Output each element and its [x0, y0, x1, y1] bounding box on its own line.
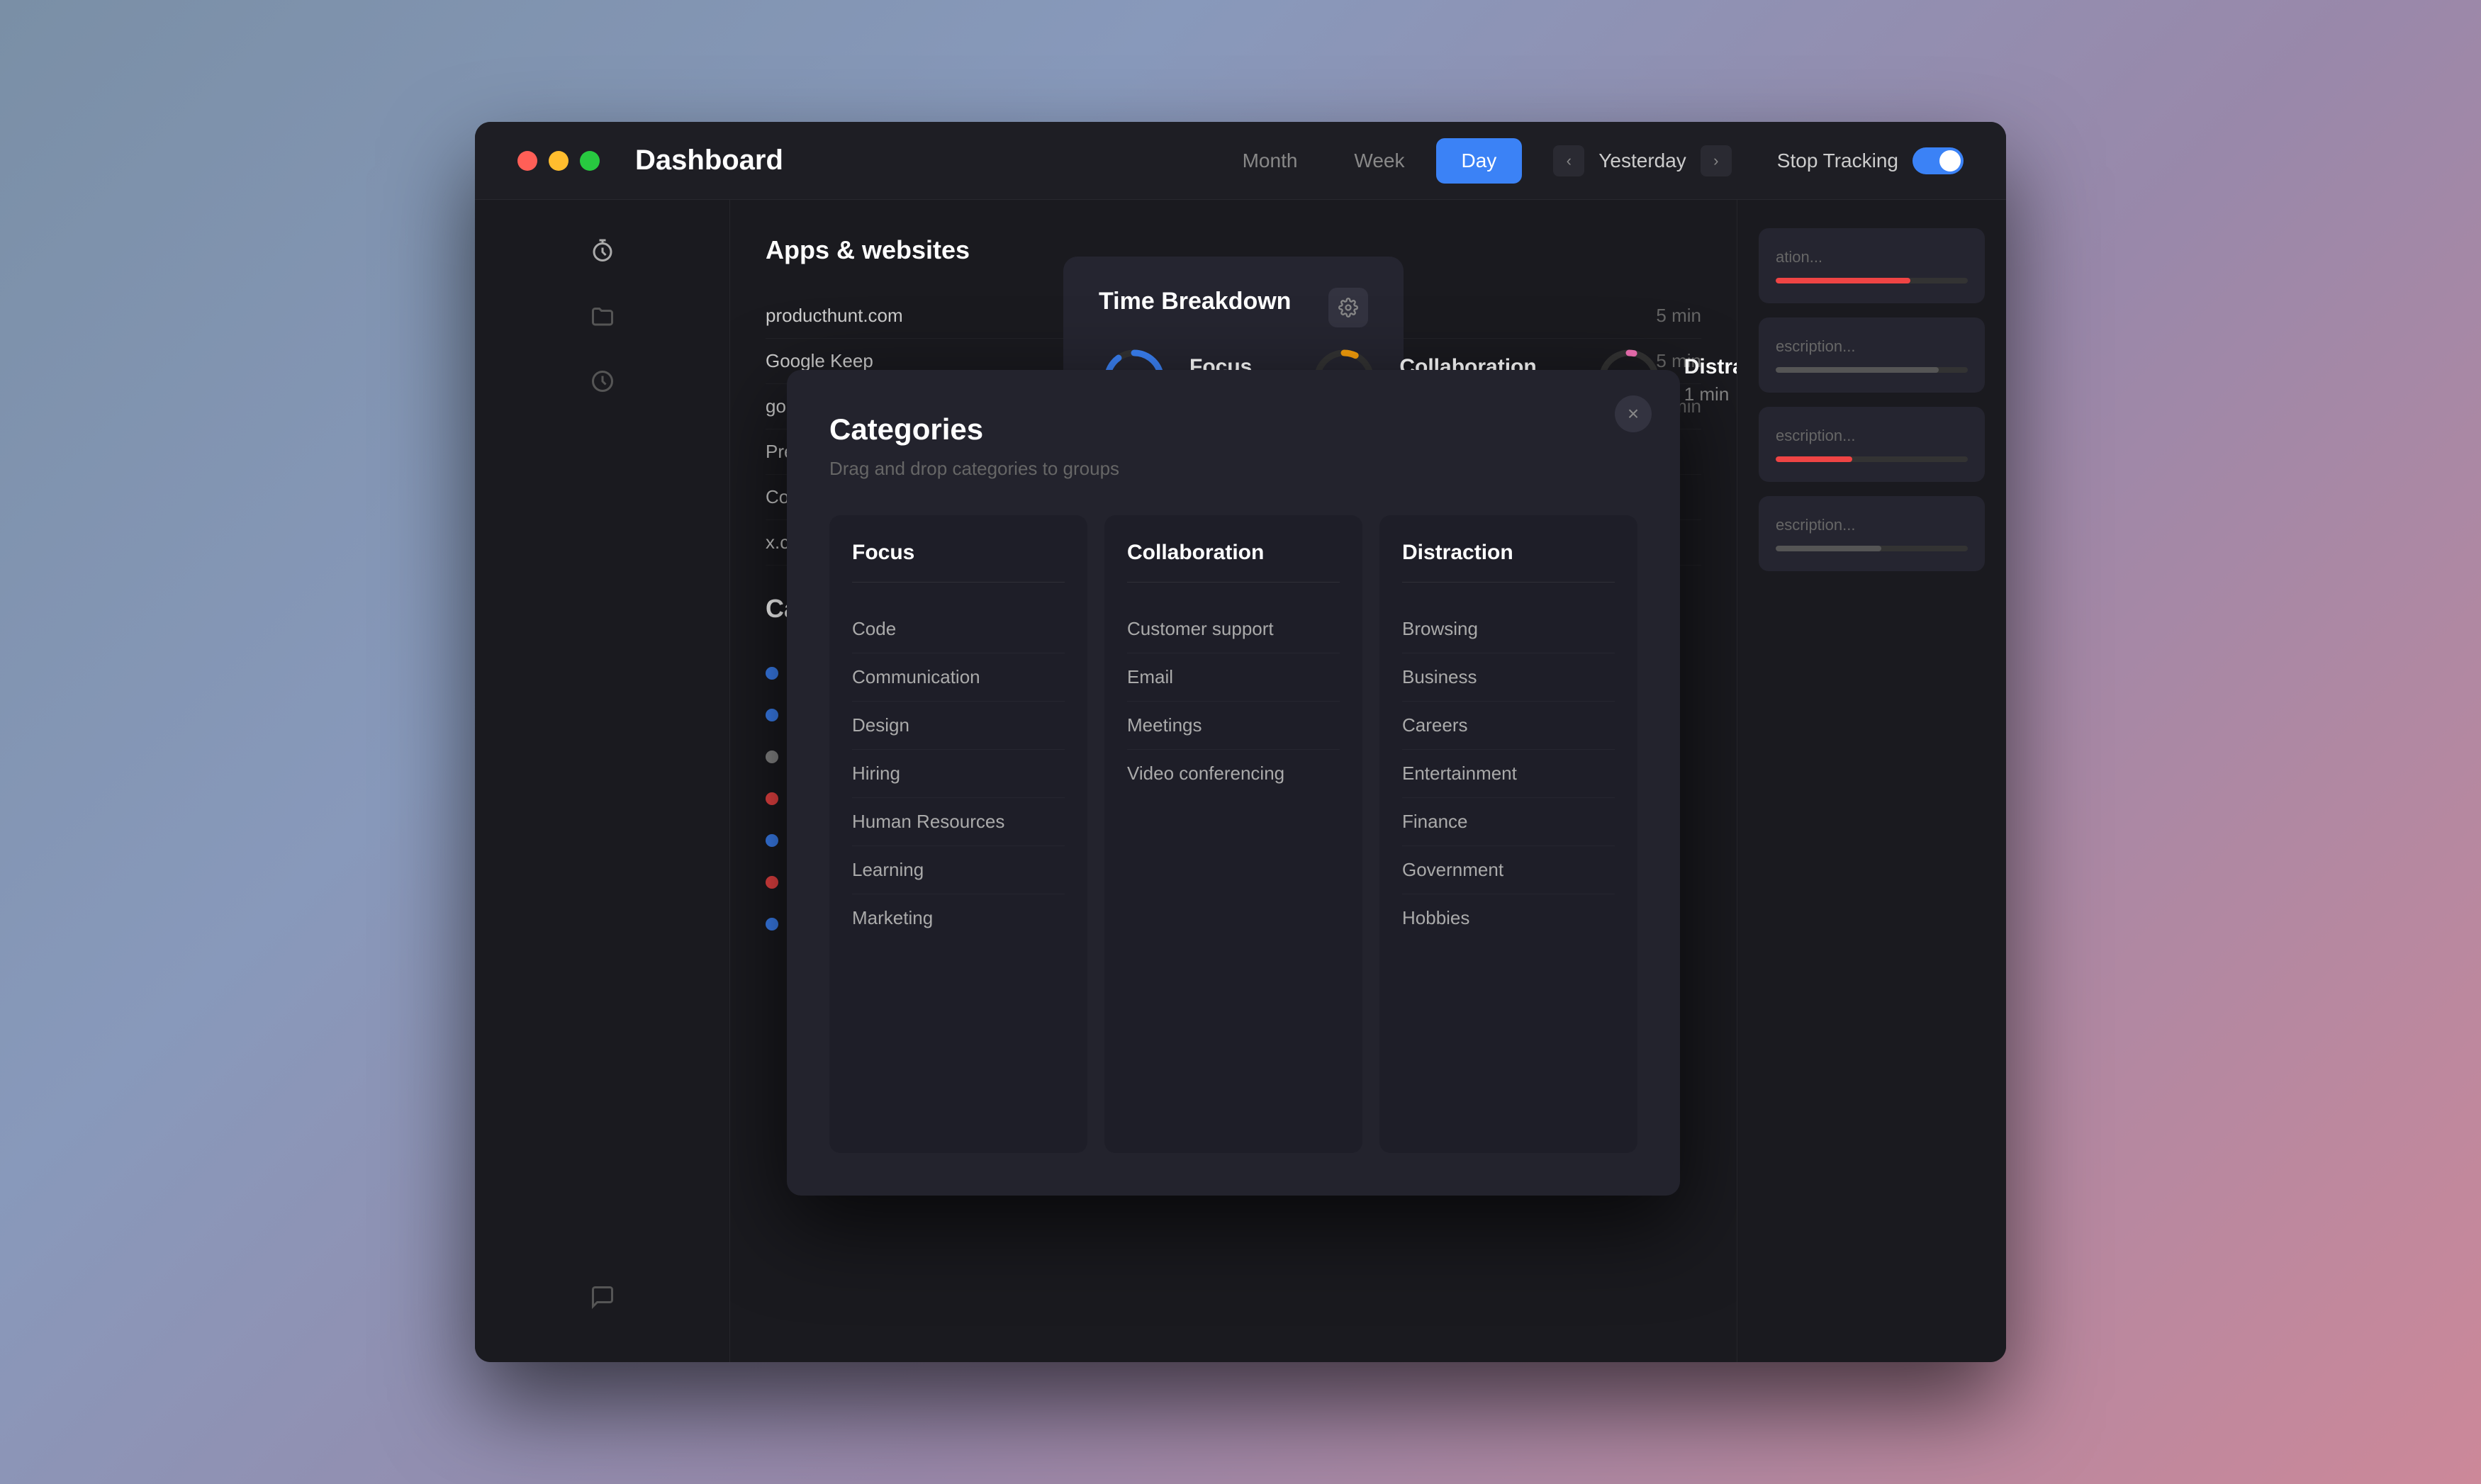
col-category-item[interactable]: Careers: [1402, 702, 1615, 750]
col-category-item[interactable]: Meetings: [1127, 702, 1340, 750]
right-panel-item: escription...: [1759, 496, 1985, 571]
modal-column: Focus CodeCommunicationDesignHiringHuman …: [829, 515, 1087, 1153]
sidebar-icon-folder[interactable]: [580, 293, 625, 339]
modal-column: Distraction BrowsingBusinessCareersEntert…: [1379, 515, 1637, 1153]
col-header: Distraction: [1402, 541, 1615, 583]
modal-columns: Focus CodeCommunicationDesignHiringHuman …: [829, 515, 1637, 1153]
titlebar: Dashboard Month Week Day ‹ Yesterday › S…: [475, 122, 2006, 200]
current-date: Yesterday: [1598, 150, 1686, 172]
col-header: Collaboration: [1127, 541, 1340, 583]
stop-tracking-label: Stop Tracking: [1777, 150, 1898, 172]
col-category-item[interactable]: Finance: [1402, 798, 1615, 846]
tab-week[interactable]: Week: [1328, 138, 1430, 184]
col-category-item[interactable]: Marketing: [852, 894, 1065, 942]
modal-column: Collaboration Customer supportEmailMeetin…: [1104, 515, 1362, 1153]
modal-title: Categories: [829, 412, 1637, 446]
app-title: Dashboard: [635, 145, 783, 176]
col-category-item[interactable]: Hobbies: [1402, 894, 1615, 942]
col-category-item[interactable]: Human Resources: [852, 798, 1065, 846]
col-category-item[interactable]: Business: [1402, 653, 1615, 702]
prev-date-button[interactable]: ‹: [1553, 145, 1584, 176]
period-tabs: Month Week Day: [1217, 138, 1523, 184]
modal-overlay: × Categories Drag and drop categories to…: [730, 200, 1737, 1362]
right-panel-item: escription...: [1759, 317, 1985, 393]
maximize-button[interactable]: [580, 151, 600, 171]
col-category-item[interactable]: Code: [852, 605, 1065, 653]
col-category-item[interactable]: Design: [852, 702, 1065, 750]
col-category-item[interactable]: Email: [1127, 653, 1340, 702]
col-category-item[interactable]: Learning: [852, 846, 1065, 894]
col-header: Focus: [852, 541, 1065, 583]
col-category-item[interactable]: Government: [1402, 846, 1615, 894]
right-panel-item: escription...: [1759, 407, 1985, 482]
main-content: Apps & websites producthunt.com 5 min Go…: [475, 200, 2006, 1362]
tab-month[interactable]: Month: [1217, 138, 1323, 184]
modal-close-button[interactable]: ×: [1615, 395, 1652, 432]
tab-day[interactable]: Day: [1436, 138, 1523, 184]
minimize-button[interactable]: [549, 151, 569, 171]
sidebar-icon-timer[interactable]: [580, 228, 625, 274]
next-date-button[interactable]: ›: [1701, 145, 1732, 176]
col-category-item[interactable]: Video conferencing: [1127, 750, 1340, 797]
sidebar-icon-chat[interactable]: [580, 1274, 625, 1320]
col-category-item[interactable]: Hiring: [852, 750, 1065, 798]
app-window: Dashboard Month Week Day ‹ Yesterday › S…: [475, 122, 2006, 1362]
right-panel-item: ation...: [1759, 228, 1985, 303]
right-panel: ation... escription... escription... esc…: [1737, 200, 2006, 1362]
sidebar-icon-clock[interactable]: [580, 359, 625, 404]
col-category-item[interactable]: Entertainment: [1402, 750, 1615, 798]
content-area: Apps & websites producthunt.com 5 min Go…: [730, 200, 1737, 1362]
tracking-toggle[interactable]: [1912, 147, 1964, 174]
col-category-item[interactable]: Browsing: [1402, 605, 1615, 653]
col-category-item[interactable]: Customer support: [1127, 605, 1340, 653]
col-category-item[interactable]: Communication: [852, 653, 1065, 702]
categories-modal: × Categories Drag and drop categories to…: [787, 370, 1680, 1196]
sidebar: [475, 200, 730, 1362]
traffic-lights: [517, 151, 600, 171]
modal-subtitle: Drag and drop categories to groups: [829, 458, 1637, 480]
close-button[interactable]: [517, 151, 537, 171]
